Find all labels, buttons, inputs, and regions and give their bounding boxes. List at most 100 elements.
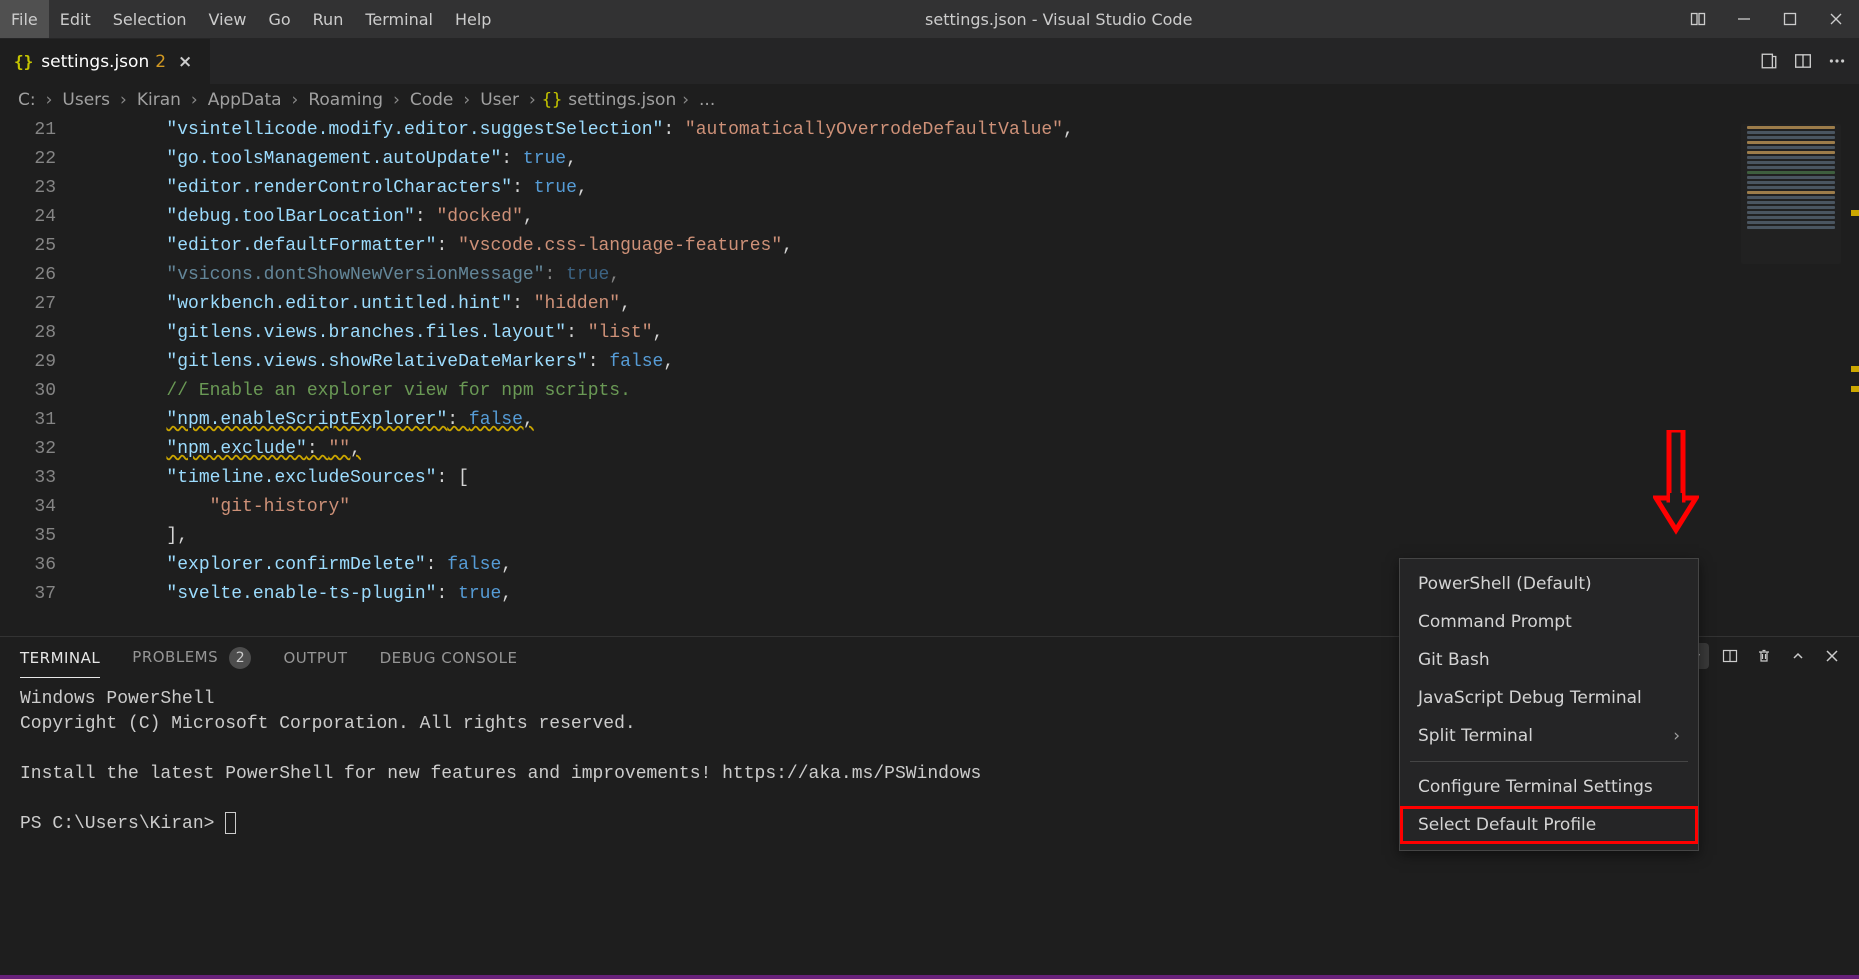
- menu-selection[interactable]: Selection: [102, 0, 198, 38]
- line-number: 26: [0, 261, 56, 290]
- breadcrumb-more[interactable]: ...: [695, 90, 719, 110]
- editor-tabbar: {} settings.json 2 ×: [0, 38, 1859, 84]
- overview-ruler[interactable]: [1845, 116, 1859, 636]
- chevron-right-icon: ›: [120, 90, 127, 110]
- ctx-separator: [1410, 761, 1688, 762]
- line-number: 33: [0, 464, 56, 493]
- line-number: 34: [0, 493, 56, 522]
- code-line[interactable]: ],: [80, 522, 1074, 551]
- menu-edit[interactable]: Edit: [49, 0, 102, 38]
- breadcrumb-segment[interactable]: Kiran: [133, 90, 185, 110]
- tab-label: settings.json: [41, 52, 149, 72]
- split-terminal-icon[interactable]: [1717, 643, 1743, 669]
- menu-run[interactable]: Run: [302, 0, 355, 38]
- breadcrumbs[interactable]: C:›Users›Kiran›AppData›Roaming›Code›User…: [0, 84, 1859, 116]
- code-line[interactable]: "go.toolsManagement.autoUpdate": true,: [80, 145, 1074, 174]
- code-line[interactable]: "npm.exclude": "",: [80, 435, 1074, 464]
- minimap[interactable]: [1741, 124, 1841, 264]
- code-line[interactable]: "svelte.enable-ts-plugin": true,: [80, 580, 1074, 609]
- chevron-right-icon: ›: [393, 90, 400, 110]
- ctx-item-javascript-debug-terminal[interactable]: JavaScript Debug Terminal: [1400, 679, 1698, 717]
- line-number: 31: [0, 406, 56, 435]
- chevron-right-icon: ›: [46, 90, 53, 110]
- panel-tab-debug-console[interactable]: DEBUG CONSOLE: [380, 639, 518, 677]
- window-title: settings.json - Visual Studio Code: [502, 10, 1675, 29]
- line-number: 24: [0, 203, 56, 232]
- line-number: 37: [0, 580, 56, 609]
- code-line[interactable]: "debug.toolBarLocation": "docked",: [80, 203, 1074, 232]
- breadcrumb-segment[interactable]: Code: [406, 90, 458, 110]
- ctx-item-git-bash[interactable]: Git Bash: [1400, 641, 1698, 679]
- line-number: 29: [0, 348, 56, 377]
- line-number: 32: [0, 435, 56, 464]
- code-line[interactable]: "explorer.confirmDelete": false,: [80, 551, 1074, 580]
- maximize-panel-icon[interactable]: [1785, 643, 1811, 669]
- code-line[interactable]: "gitlens.views.branches.files.layout": "…: [80, 319, 1074, 348]
- editor-tab-settings-json[interactable]: {} settings.json 2 ×: [0, 38, 211, 84]
- panel-tab-output[interactable]: OUTPUT: [283, 639, 347, 677]
- line-number: 21: [0, 116, 56, 145]
- maximize-icon[interactable]: [1767, 0, 1813, 38]
- minimize-icon[interactable]: [1721, 0, 1767, 38]
- titlebar: FileEditSelectionViewGoRunTerminalHelp s…: [0, 0, 1859, 38]
- status-bar[interactable]: [0, 975, 1859, 979]
- chevron-right-icon: ›: [191, 90, 198, 110]
- terminal-profile-menu: PowerShell (Default)Command PromptGit Ba…: [1399, 558, 1699, 851]
- ctx-item-split-terminal[interactable]: Split Terminal›: [1400, 717, 1698, 755]
- breadcrumb-segment[interactable]: Users: [58, 90, 114, 110]
- layout-icon[interactable]: [1675, 0, 1721, 38]
- code-line[interactable]: "git-history": [80, 493, 1074, 522]
- line-number: 36: [0, 551, 56, 580]
- line-number: 22: [0, 145, 56, 174]
- code-line[interactable]: "workbench.editor.untitled.hint": "hidde…: [80, 290, 1074, 319]
- menu-terminal[interactable]: Terminal: [354, 0, 444, 38]
- breadcrumb-segment[interactable]: AppData: [204, 90, 286, 110]
- line-number: 35: [0, 522, 56, 551]
- ctx-item-command-prompt[interactable]: Command Prompt: [1400, 603, 1698, 641]
- annotation-arrow: [1653, 430, 1699, 544]
- kill-terminal-icon[interactable]: [1751, 643, 1777, 669]
- line-number: 23: [0, 174, 56, 203]
- open-changes-icon[interactable]: [1755, 47, 1783, 75]
- code-line[interactable]: // Enable an explorer view for npm scrip…: [80, 377, 1074, 406]
- code-line[interactable]: "editor.renderControlCharacters": true,: [80, 174, 1074, 203]
- code-line[interactable]: "gitlens.views.showRelativeDateMarkers":…: [80, 348, 1074, 377]
- menu-view[interactable]: View: [198, 0, 258, 38]
- code-line[interactable]: "npm.enableScriptExplorer": false,: [80, 406, 1074, 435]
- window-controls: [1675, 0, 1859, 38]
- code-line[interactable]: "vsintellicode.modify.editor.suggestSele…: [80, 116, 1074, 145]
- breadcrumb-segment[interactable]: Roaming: [304, 90, 387, 110]
- chevron-right-icon: ›: [292, 90, 299, 110]
- ctx-item-select-default-profile[interactable]: Select Default Profile: [1400, 806, 1698, 844]
- tab-close-icon[interactable]: ×: [174, 52, 196, 72]
- close-icon[interactable]: [1813, 0, 1859, 38]
- code-line[interactable]: "vsicons.dontShowNewVersionMessage": tru…: [80, 261, 1074, 290]
- breadcrumb-segment[interactable]: C:: [14, 90, 40, 110]
- json-icon: {}: [14, 52, 33, 71]
- split-editor-icon[interactable]: [1789, 47, 1817, 75]
- more-actions-icon[interactable]: [1823, 47, 1851, 75]
- panel-tab-terminal[interactable]: TERMINAL: [20, 639, 100, 678]
- panel-tab-problems[interactable]: PROBLEMS 2: [132, 637, 251, 679]
- menu-file[interactable]: File: [0, 0, 49, 38]
- line-number: 27: [0, 290, 56, 319]
- ctx-item-configure-terminal-settings[interactable]: Configure Terminal Settings: [1400, 768, 1698, 806]
- terminal-cursor: [225, 812, 236, 834]
- breadcrumb-file[interactable]: {} settings.json: [542, 90, 676, 110]
- code-line[interactable]: "timeline.excludeSources": [: [80, 464, 1074, 493]
- line-number: 30: [0, 377, 56, 406]
- line-number: 25: [0, 232, 56, 261]
- line-gutter: 2122232425262728293031323334353637: [0, 116, 80, 636]
- close-panel-icon[interactable]: [1819, 643, 1845, 669]
- menu-go[interactable]: Go: [257, 0, 301, 38]
- chevron-right-icon: ›: [529, 90, 536, 110]
- code-line[interactable]: "editor.defaultFormatter": "vscode.css-l…: [80, 232, 1074, 261]
- menu-help[interactable]: Help: [444, 0, 502, 38]
- line-number: 28: [0, 319, 56, 348]
- panel-tab-problems-label: PROBLEMS: [132, 648, 218, 666]
- breadcrumb-segment[interactable]: User: [476, 90, 523, 110]
- ctx-item-powershell-default-[interactable]: PowerShell (Default): [1400, 565, 1698, 603]
- problems-count-badge: 2: [229, 647, 251, 669]
- code-content[interactable]: "vsintellicode.modify.editor.suggestSele…: [80, 116, 1074, 636]
- tab-dirty-count: 2: [155, 52, 166, 72]
